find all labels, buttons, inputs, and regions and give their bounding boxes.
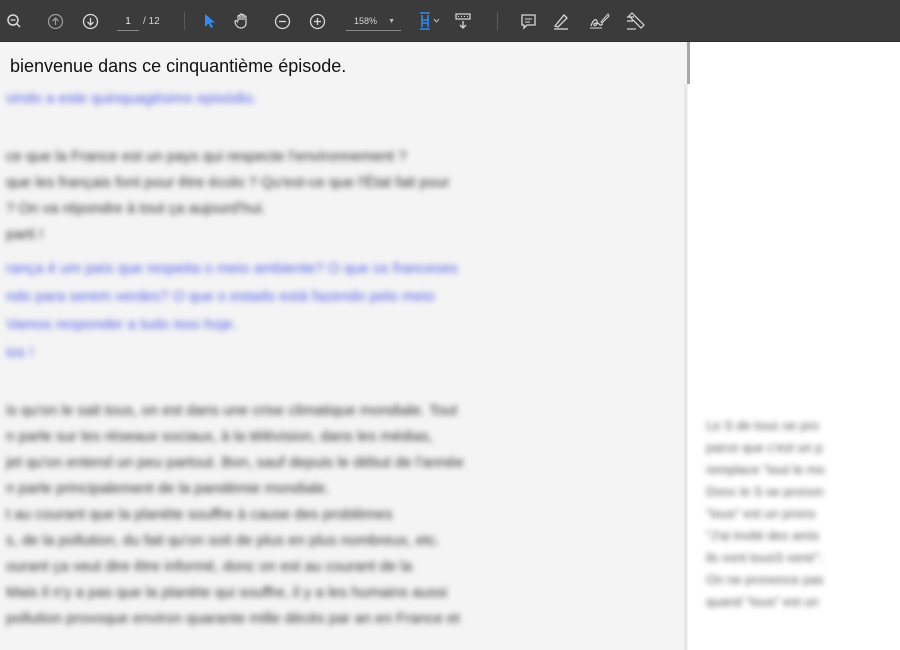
comment-icon[interactable] bbox=[517, 0, 539, 42]
chevron-down-icon: ▼ bbox=[388, 18, 395, 25]
text-line: remplace "tout le mo bbox=[706, 462, 825, 477]
text-line: quand "tous" est un bbox=[706, 594, 819, 609]
zoom-out-icon[interactable] bbox=[2, 0, 26, 42]
pdf-toolbar: 1 / 12 158% ▼ bbox=[0, 0, 900, 42]
text-line: parce que c'est un p bbox=[706, 440, 823, 455]
text-line: pollution provoque environ quarante mill… bbox=[6, 610, 460, 627]
document-page-left: bienvenue dans ce cinquantième épisode. … bbox=[0, 42, 688, 650]
toolbar-divider bbox=[497, 12, 498, 30]
scroll-mode-icon[interactable] bbox=[452, 0, 474, 42]
zoom-select[interactable]: 158% ▼ bbox=[346, 13, 401, 31]
hand-tool-icon[interactable] bbox=[230, 0, 254, 42]
text-line: n parle sur les réseaux sociaux, à la té… bbox=[6, 428, 433, 445]
text-line: t au courant que la planète souffre à ca… bbox=[6, 506, 393, 523]
select-cursor-icon[interactable] bbox=[198, 0, 220, 42]
text-line: ce que la France est un pays qui respect… bbox=[6, 148, 407, 165]
page-number-input[interactable]: 1 bbox=[117, 13, 139, 31]
page-down-icon[interactable] bbox=[79, 0, 101, 42]
text-line: Le S de tous se pro bbox=[706, 418, 819, 433]
zoom-plus-icon[interactable] bbox=[306, 0, 328, 42]
text-line: ourant ça veut dire être informé, donc o… bbox=[6, 558, 413, 575]
text-line: ils vont tousS venir". bbox=[706, 550, 824, 565]
page-total: / 12 bbox=[143, 16, 160, 27]
highlight-pen-icon[interactable] bbox=[550, 0, 572, 42]
text-line: rança é um país que respeita o meio ambi… bbox=[6, 260, 458, 277]
text-line: n parle principalement de la pandémie mo… bbox=[6, 480, 330, 497]
text-line: is qu'on le sait tous, on est dans une c… bbox=[6, 402, 458, 419]
text-line: s, de la pollution, du fait qu'on soit d… bbox=[6, 532, 440, 549]
document-page-right: Le S de tous se pro parce que c'est un p… bbox=[690, 42, 900, 650]
text-line: "J'ai invité des amis bbox=[706, 528, 820, 543]
sign-icon[interactable] bbox=[586, 0, 612, 42]
page-up-icon[interactable] bbox=[44, 0, 66, 42]
toolbar-divider bbox=[184, 12, 185, 30]
text-line: Mais il n'y a pas que la planète qui sou… bbox=[6, 584, 448, 601]
page-shadow bbox=[684, 84, 687, 650]
fit-page-icon[interactable] bbox=[416, 0, 444, 42]
text-line: ndo para serem verdes? O que o estado es… bbox=[6, 288, 435, 305]
text-line: parti ! bbox=[6, 226, 44, 243]
text-line: ? On va répondre à tout ça aujourd'hui. bbox=[6, 200, 266, 217]
text-line: ios ! bbox=[6, 344, 34, 361]
fill-sign-icon[interactable] bbox=[622, 0, 648, 42]
text-line: "tous" est un prono bbox=[706, 506, 816, 521]
text-line: jet qu'on entend un peu partout. Bon, sa… bbox=[6, 454, 464, 471]
text-line: Vamos responder a tudo isso hoje. bbox=[6, 316, 237, 333]
text-line: Donc le S se pronon bbox=[706, 484, 824, 499]
title-line: bienvenue dans ce cinquantième épisode. bbox=[10, 56, 347, 76]
zoom-value: 158% bbox=[354, 16, 378, 26]
text-line: On ne prononce pas bbox=[706, 572, 824, 587]
text-line: vindo a este quinquagésimo episódio. bbox=[6, 90, 258, 107]
text-line: que les français font pour être écolo ? … bbox=[6, 174, 450, 191]
document-viewport[interactable]: bienvenue dans ce cinquantième épisode. … bbox=[0, 42, 900, 650]
zoom-minus-icon[interactable] bbox=[271, 0, 293, 42]
